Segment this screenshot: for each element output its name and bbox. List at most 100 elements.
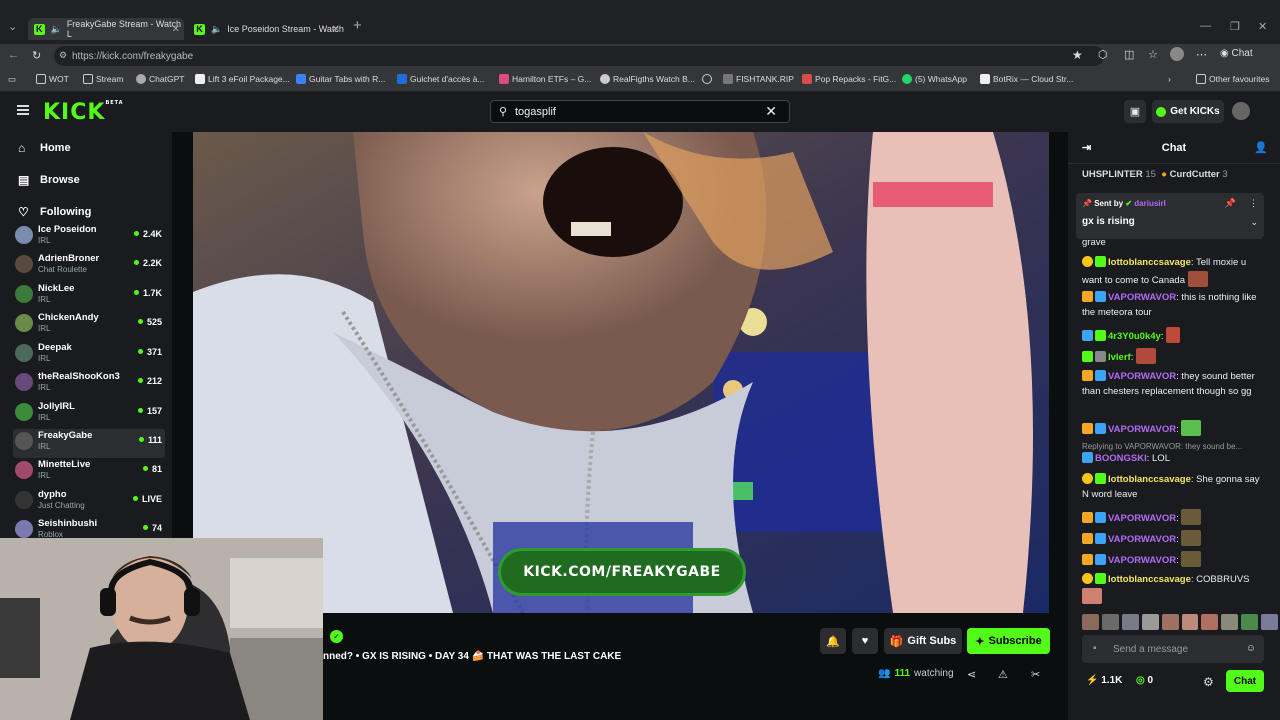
emote-icon[interactable] [1121,614,1139,630]
points-icon: ◎ [1136,675,1145,686]
nav-home[interactable]: ⌂ Home [18,141,71,155]
user-avatar[interactable] [1232,102,1250,120]
message-user[interactable]: lottoblanccsavage [1108,257,1191,268]
emote-icon[interactable] [1221,614,1239,630]
back-icon[interactable]: ← [8,49,19,61]
avatar [15,285,33,303]
close-tab-icon[interactable]: ✕ [332,24,340,35]
bookmark-item[interactable]: (5) WhatsApp [902,74,967,84]
crown-badge-icon [1082,554,1093,565]
favorites-icon[interactable]: ☆ [1148,48,1158,61]
sidebar-channel-freakygabe[interactable]: FreakyGabe IRL 111 [13,429,165,458]
bookmark-item[interactable]: Other favourites [1196,74,1269,84]
site-info-icon[interactable]: ⚙ [59,50,67,61]
bookmark-item[interactable] [702,74,712,84]
layout-icon[interactable]: ▣ [1124,100,1146,123]
send-chat-button[interactable]: Chat [1226,670,1264,692]
browser-tab-iceposeidon[interactable]: K 🔈 Ice Poseidon Stream - Watch ✕ [188,18,344,40]
bookmark-item[interactable]: RealFigths Watch B... [600,74,695,84]
pinned-more-icon[interactable]: ⋮ [1249,198,1258,209]
report-icon[interactable]: ⚠ [998,668,1008,681]
message-user[interactable]: lottoblanccsavage [1108,574,1191,585]
chat-input[interactable]: ▪ Send a message ☺ [1082,635,1264,663]
emote-icon[interactable] [1141,614,1159,630]
message-user[interactable]: VAPORWAVOR [1108,371,1176,382]
browser-tab-freakygabe[interactable]: K 🔈 FreakyGabe Stream - Watch L ✕ [28,18,184,40]
emote-icon[interactable] [1101,614,1119,630]
bookmark-item[interactable]: WOT [36,74,69,84]
maximize-icon[interactable]: ❐ [1230,20,1240,33]
collapse-chat-icon[interactable]: ⇥ [1082,132,1091,164]
close-tab-icon[interactable]: ✕ [172,24,180,35]
bookmark-item[interactable]: Guitar Tabs with R... [296,74,385,84]
sidebar-channel-therealshookon3[interactable]: theRealShooKon3 IRL 212 [13,370,165,399]
message-user[interactable]: VAPORWAVOR [1108,534,1176,545]
bookmark-item[interactable]: BotRix — Cloud Str... [980,74,1073,84]
sidebar-channel-minettelive[interactable]: MinetteLive IRL 81 [13,458,165,487]
emote-icon[interactable] [1241,614,1259,630]
reload-icon[interactable]: ↻ [32,49,41,62]
sidebar-channel-ice poseidon[interactable]: Ice Poseidon IRL 2.4K [13,223,165,252]
emote-icon[interactable] [1161,614,1179,630]
bookmarks-overflow-icon[interactable]: › [1168,74,1171,84]
sidebar-channel-jollyirl[interactable]: JollyIRL IRL 157 [13,400,165,429]
follow-heart-button[interactable]: ♥ [852,628,878,654]
bookmark-item[interactable]: ChatGPT [136,74,184,84]
bookmark-item[interactable]: Pop Repacks - FitG... [802,74,896,84]
message-user[interactable]: VAPORWAVOR [1108,555,1176,566]
new-tab-icon[interactable]: + [353,17,362,34]
more-icon[interactable]: ⋯ [1196,48,1207,61]
channel-points[interactable]: ◎ 0 [1136,675,1153,686]
pin-icon[interactable]: 📌 [1225,198,1236,209]
sidebar-channel-adrienbroner[interactable]: AdrienBroner Chat Roulette 2.2K [13,252,165,281]
emote-icon[interactable] [1181,614,1199,630]
search-input[interactable]: ⚲ togasplif ✕ [490,100,790,123]
bookmark-item[interactable]: Hamilton ETFs – G... [499,74,591,84]
copilot-button[interactable]: ◉ Chat [1220,48,1253,59]
get-kicks-button[interactable]: Get KICKs [1152,100,1224,123]
share-icon[interactable]: ⋖ [967,668,976,681]
chat-settings-icon[interactable]: ⚙ [1203,675,1214,689]
bookmark-item[interactable]: Lift 3 eFoil Package... [195,74,290,84]
sidebar-channel-deepak[interactable]: Deepak IRL 371 [13,341,165,370]
reading-list-icon[interactable]: ▭ [8,74,16,85]
message-user[interactable]: VAPORWAVOR [1108,513,1176,524]
split-screen-icon[interactable]: ◫ [1124,48,1134,61]
kick-logo[interactable]: KICKBETA [43,100,124,125]
bookmark-item[interactable]: FISHTANK.RIP [723,74,794,84]
kicks-balance[interactable]: ⚡ 1.1K [1086,675,1122,686]
clear-search-icon[interactable]: ✕ [765,103,777,120]
clip-icon[interactable]: ✂ [1031,668,1040,681]
pinned-message[interactable]: 📌 Sent by ✔ dariusirl gx is rising 📌 ⋮ ⌄ [1076,193,1264,239]
message-user[interactable]: lottoblanccsavage [1108,474,1191,485]
notification-bell-button[interactable]: 🔔 [820,628,846,654]
emote-icon[interactable] [1201,614,1219,630]
message-user[interactable]: VAPORWAVOR [1108,292,1176,303]
message-user[interactable]: 4r3Y0u0k4y [1108,331,1161,342]
message-user[interactable]: VAPORWAVOR [1108,424,1176,435]
sidebar-channel-dypho[interactable]: dypho Just Chatting LIVE [13,488,165,517]
sidebar-channel-chickenandy[interactable]: ChickenAndy IRL 525 [13,311,165,340]
favorite-star-icon[interactable]: ★ [1072,48,1083,62]
emoji-icon[interactable]: ☺ [1246,643,1256,654]
subscribe-button[interactable]: ✦ Subscribe [967,628,1050,654]
emote-icon[interactable] [1261,614,1279,630]
profile-avatar[interactable] [1170,47,1184,61]
message-user[interactable]: lvlerf [1108,352,1131,363]
chat-users-icon[interactable]: 👤 [1254,132,1268,164]
message-user[interactable]: BOONGSKI [1095,453,1147,464]
nav-browse[interactable]: ▤ Browse [18,173,80,187]
gift-subs-button[interactable]: 🎁 Gift Subs [884,628,962,654]
minimize-icon[interactable]: — [1200,20,1211,32]
menu-icon[interactable] [17,105,29,115]
sidebar-channel-nicklee[interactable]: NickLee IRL 1.7K [13,282,165,311]
chevron-down-icon[interactable]: ⌄ [1250,217,1258,228]
nav-following[interactable]: ♡ Following [18,205,91,219]
bookmark-item[interactable]: Stream [83,74,123,84]
close-window-icon[interactable]: ✕ [1258,20,1267,33]
tab-list-icon[interactable]: ⌄ [8,20,17,33]
bookmark-item[interactable]: Guichet d'accès à... [397,74,484,84]
url-field[interactable]: ⚙ https://kick.com/freakygabe [54,46,1104,66]
extensions-icon[interactable]: ⬡ [1098,48,1108,61]
emote-icon[interactable] [1082,614,1099,630]
